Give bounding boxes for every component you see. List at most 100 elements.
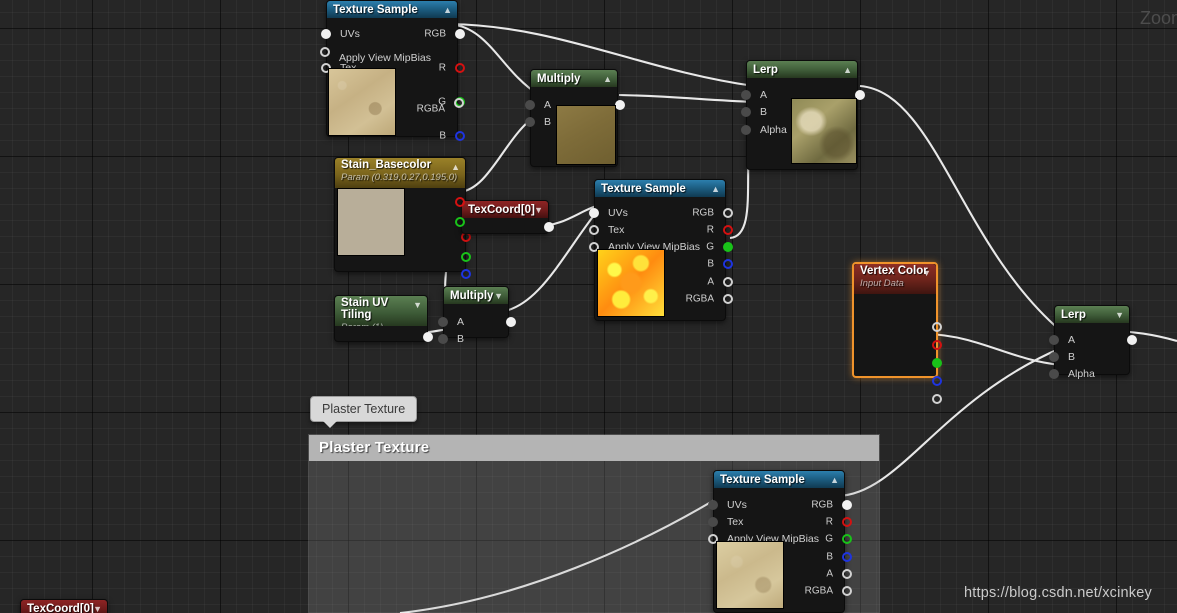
node-title: Texture Sample [333,3,418,16]
node-title: Vertex Color [860,265,928,277]
pin-texcoord-output[interactable] [544,222,554,232]
node-header[interactable]: TexCoord[0] ▼ [21,600,107,613]
pin-label-b: B [707,258,714,269]
pin-rgba-output[interactable] [454,98,464,108]
pin-g-output[interactable] [932,358,942,368]
collapse-caret-icon[interactable]: ▼ [93,604,102,613]
pin-result-output[interactable] [506,316,516,327]
node-body: A B [438,304,516,345]
node-header[interactable]: Lerp ▼ [1055,306,1129,323]
pin-uvs-input[interactable] [708,499,718,510]
node-lerp-right[interactable]: Lerp ▼ A B Alpha [1049,305,1137,380]
collapse-caret-icon[interactable]: ▼ [494,291,503,301]
collapse-caret-icon[interactable]: ▲ [451,162,460,172]
node-texcoord-mid[interactable]: TexCoord[0] ▼ [461,200,554,234]
collapse-caret-icon[interactable]: ▼ [1115,310,1124,320]
pin-rgb-output[interactable] [455,28,465,39]
pin-b-output[interactable] [932,376,942,386]
pin-label-rgb: RGB [811,499,833,510]
pin-rgba-output[interactable] [723,293,733,304]
collapse-caret-icon[interactable]: ▲ [711,184,720,194]
pin-r-output[interactable] [842,516,852,527]
pin-label-a: A [826,568,833,579]
collapse-caret-icon[interactable]: ▼ [922,268,931,278]
pin-tex-input[interactable] [589,224,599,235]
node-texcoord-bottomleft[interactable]: TexCoord[0] ▼ [20,599,108,613]
pin-r-output[interactable] [932,340,942,350]
pin-label-b: B [826,551,833,562]
node-title: Lerp [1061,308,1086,321]
pin-value-output[interactable] [423,332,433,342]
pin-label-mipbias: Apply View MipBias [339,52,432,64]
pin-label-r: R [706,224,714,235]
pin-a-output[interactable] [932,394,942,404]
node-subtitle: Param (0.319,0.27,0.195,0) [341,172,458,183]
pin-tex-input[interactable] [708,516,718,527]
node-header[interactable]: Vertex Color Input Data ▼ [854,264,936,294]
node-stain-uv-tiling[interactable]: Stain UV Tiling Param (1) ▼ [334,295,433,342]
node-header[interactable]: Lerp ▲ [747,61,857,78]
node-title: Stain UV Tiling [341,297,389,321]
pin-rgba-output[interactable] [842,585,852,596]
pin-mipbias-input[interactable] [320,47,330,57]
pin-rgb-output[interactable] [842,499,852,510]
texture-preview-thumbnail-bottom [716,541,784,609]
pin-g-output[interactable] [842,533,852,544]
node-vertex-color[interactable]: Vertex Color Input Data ▼ [852,262,942,404]
comment-title[interactable]: Plaster Texture [309,435,879,461]
pin-a-input[interactable] [1049,334,1059,345]
pin-a-output[interactable] [842,568,852,579]
node-header[interactable]: Multiply ▲ [531,70,617,87]
tooltip-plaster-texture: Plaster Texture [310,396,418,428]
pin-rgb-output[interactable] [723,207,733,218]
pin-rgba-output[interactable] [932,322,942,332]
node-title: TexCoord[0] [468,203,535,216]
pin-g-output[interactable] [461,252,471,262]
pin-result-output[interactable] [615,99,625,110]
pin-label-uvs: UVs [727,498,747,511]
pin-texcoord-r[interactable] [455,197,465,207]
pin-g-output[interactable] [723,241,733,252]
pin-a-output[interactable] [723,276,733,287]
collapse-caret-icon[interactable]: ▼ [413,300,422,310]
pin-a-input[interactable] [741,89,751,100]
pin-b-input[interactable] [1049,351,1059,362]
collapse-caret-icon[interactable]: ▼ [534,205,543,215]
node-header[interactable]: Texture Sample ▲ [327,1,457,18]
node-title: Multiply [450,289,494,302]
pin-b-output[interactable] [842,551,852,562]
collapse-caret-icon[interactable]: ▲ [843,65,852,75]
pin-alpha-input[interactable] [741,124,751,135]
pin-b-input[interactable] [438,333,448,344]
pin-label-a: A [457,315,465,328]
pin-b-input[interactable] [525,116,535,127]
collapse-caret-icon[interactable]: ▲ [603,74,612,84]
collapse-caret-icon[interactable]: ▲ [830,475,839,485]
pin-result-output[interactable] [1127,334,1137,345]
node-header[interactable]: Stain UV Tiling Param (1) ▼ [335,296,427,326]
node-multiply-mid[interactable]: Multiply ▼ A B [438,286,516,345]
material-graph-canvas[interactable]: Plaster Texture Texture Sample ▲ UVs RGB… [0,0,1177,613]
pin-label-uvs: UVs [608,206,628,219]
node-header[interactable]: Stain_Basecolor Param (0.319,0.27,0.195,… [335,158,465,188]
pin-r-output[interactable] [723,224,733,235]
pin-alpha-input[interactable] [1049,368,1059,379]
node-header[interactable]: Texture Sample ▲ [595,180,725,197]
node-title: Lerp [753,63,778,76]
pin-uvs-input[interactable] [589,207,599,218]
lerp-preview-thumbnail-top [791,98,857,164]
node-header[interactable]: TexCoord[0] ▼ [462,201,548,218]
node-header[interactable]: Multiply ▼ [444,287,508,304]
pin-row-uvs: UVs RGB [321,25,465,42]
pin-label-tex: Tex [727,515,744,528]
pin-texcoord-g[interactable] [455,217,465,227]
pin-a-input[interactable] [525,99,535,110]
pin-a-input[interactable] [438,316,448,327]
node-header[interactable]: Texture Sample ▲ [714,471,844,488]
collapse-caret-icon[interactable]: ▲ [443,5,452,15]
pin-b-output[interactable] [461,269,471,279]
pin-uvs-input[interactable] [321,28,331,39]
pin-b-output[interactable] [723,258,733,269]
pin-b-output[interactable] [455,130,465,141]
pin-b-input[interactable] [741,106,751,117]
